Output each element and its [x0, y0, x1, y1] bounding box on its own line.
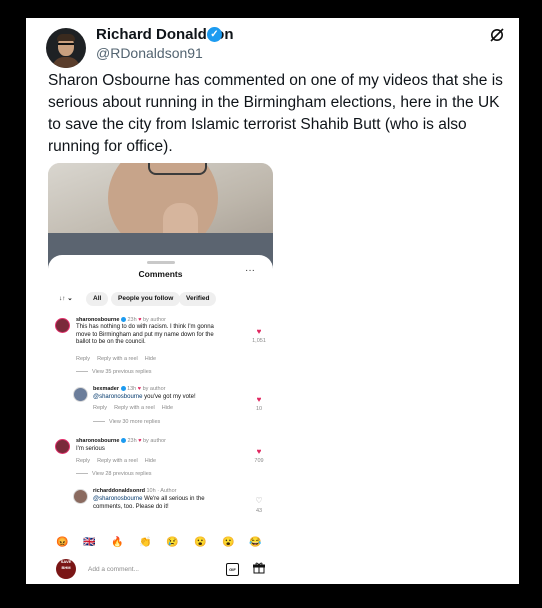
heart-icon: ♥ — [137, 386, 142, 392]
author-handle[interactable]: @RDonaldson91 — [96, 45, 203, 61]
reply-with-reel-button[interactable]: Reply with a reel — [97, 356, 138, 362]
mention-link[interactable]: @sharonosbourne — [93, 496, 142, 502]
reply-with-reel-button[interactable]: Reply with a reel — [114, 405, 155, 411]
hide-button[interactable]: Hide — [145, 356, 156, 362]
comment-meta: sharonosbourne 23h ♥ by author — [76, 438, 166, 444]
author-avatar[interactable] — [46, 28, 86, 68]
tweet-media-screenshot[interactable]: Comments ··· ↓↑ ⌄ All People you follow … — [48, 163, 273, 584]
emoji-shocked[interactable]: 😮 — [222, 537, 234, 549]
gif-icon[interactable]: GIF — [226, 563, 239, 576]
hide-button[interactable]: Hide — [162, 405, 173, 411]
emoji-angry[interactable]: 😡 — [56, 537, 68, 549]
emoji-laughing[interactable]: 😂 — [249, 537, 261, 549]
reply-button[interactable]: Reply — [76, 356, 90, 362]
commenter-avatar[interactable] — [55, 318, 70, 333]
emoji-crying[interactable]: 😢 — [166, 537, 178, 549]
comment-meta: richarddonaldsonrd 10h · Author — [93, 488, 177, 494]
view-replies-link[interactable]: View 35 previous replies — [76, 369, 152, 375]
emoji-fire[interactable]: 🔥 — [111, 537, 123, 549]
comment-text: This has nothing to do with racism. I th… — [76, 324, 214, 345]
tweet-card: Richard Donaldson ✓ @RDonaldson91 Sharon… — [26, 18, 519, 584]
grok-icon[interactable] — [489, 27, 505, 43]
user-avatar: SAVE BHM — [56, 559, 76, 579]
sheet-handle[interactable] — [147, 261, 175, 264]
like-count: 1,051 — [252, 338, 266, 344]
emoji-reaction-bar: 😡 🇬🇧 🔥 👏 😢 😮 😮 😂 — [48, 537, 273, 551]
like-heart-icon[interactable]: ♥ — [254, 395, 264, 404]
more-options-icon[interactable]: ··· — [245, 265, 255, 276]
comment-actions: Reply Reply with a reel Hide — [93, 405, 180, 411]
filter-people-you-follow[interactable]: People you follow — [111, 292, 181, 306]
gift-icon[interactable] — [253, 562, 265, 574]
like-heart-outline-icon[interactable]: ♡ — [254, 496, 264, 505]
commenter-avatar[interactable] — [73, 387, 88, 402]
blue-check-icon: ✓ — [207, 27, 222, 42]
filter-verified[interactable]: Verified — [179, 292, 217, 306]
reply-with-reel-button[interactable]: Reply with a reel — [97, 458, 138, 464]
emoji-clap[interactable]: 👏 — [139, 537, 151, 549]
comments-sheet: Comments ··· ↓↑ ⌄ All People you follow … — [48, 255, 273, 584]
like-count: 10 — [255, 406, 263, 412]
verified-icon — [120, 386, 126, 392]
comment-meta: bexmader 13h ♥ by author — [93, 386, 166, 392]
filter-all[interactable]: All — [86, 292, 109, 306]
mention-link[interactable]: @sharonosbourne — [93, 394, 142, 400]
emoji-surprised[interactable]: 😮 — [194, 537, 206, 549]
comments-title: Comments — [138, 269, 183, 279]
heart-icon: ♥ — [138, 438, 142, 444]
hide-button[interactable]: Hide — [145, 458, 156, 464]
heart-icon: ♥ — [138, 317, 142, 323]
comment-actions: Reply Reply with a reel Hide — [76, 356, 163, 362]
like-heart-icon[interactable]: ♥ — [254, 327, 264, 336]
like-count: 43 — [255, 508, 263, 514]
comment-text: @sharonosbourne you've got my vote! — [93, 394, 196, 400]
comment-text: I'm serious — [76, 446, 105, 452]
commenter-avatar[interactable] — [73, 489, 88, 504]
comment-actions: Reply Reply with a reel Hide — [76, 458, 163, 464]
view-replies-link[interactable]: View 30 more replies — [93, 419, 160, 425]
add-comment-input[interactable]: Add a comment... — [88, 566, 139, 573]
sort-icon[interactable]: ↓↑ ⌄ — [56, 292, 76, 306]
commenter-avatar[interactable] — [55, 439, 70, 454]
tweet-text: Sharon Osbourne has commented on one of … — [48, 72, 503, 155]
reply-button[interactable]: Reply — [76, 458, 90, 464]
emoji-uk-flag[interactable]: 🇬🇧 — [83, 537, 95, 549]
like-heart-icon[interactable]: ♥ — [254, 447, 264, 456]
view-replies-link[interactable]: View 28 previous replies — [76, 471, 152, 477]
comment-meta: sharonosbourne 23h ♥ by author — [76, 317, 166, 323]
reply-button[interactable]: Reply — [93, 405, 107, 411]
verified-icon — [120, 438, 126, 444]
like-count: 709 — [254, 458, 264, 464]
comment-text: @sharonosbourne We're all serious in the… — [93, 496, 205, 510]
add-comment-bar: SAVE BHM Add a comment... GIF — [48, 557, 273, 584]
verified-icon — [120, 317, 126, 323]
